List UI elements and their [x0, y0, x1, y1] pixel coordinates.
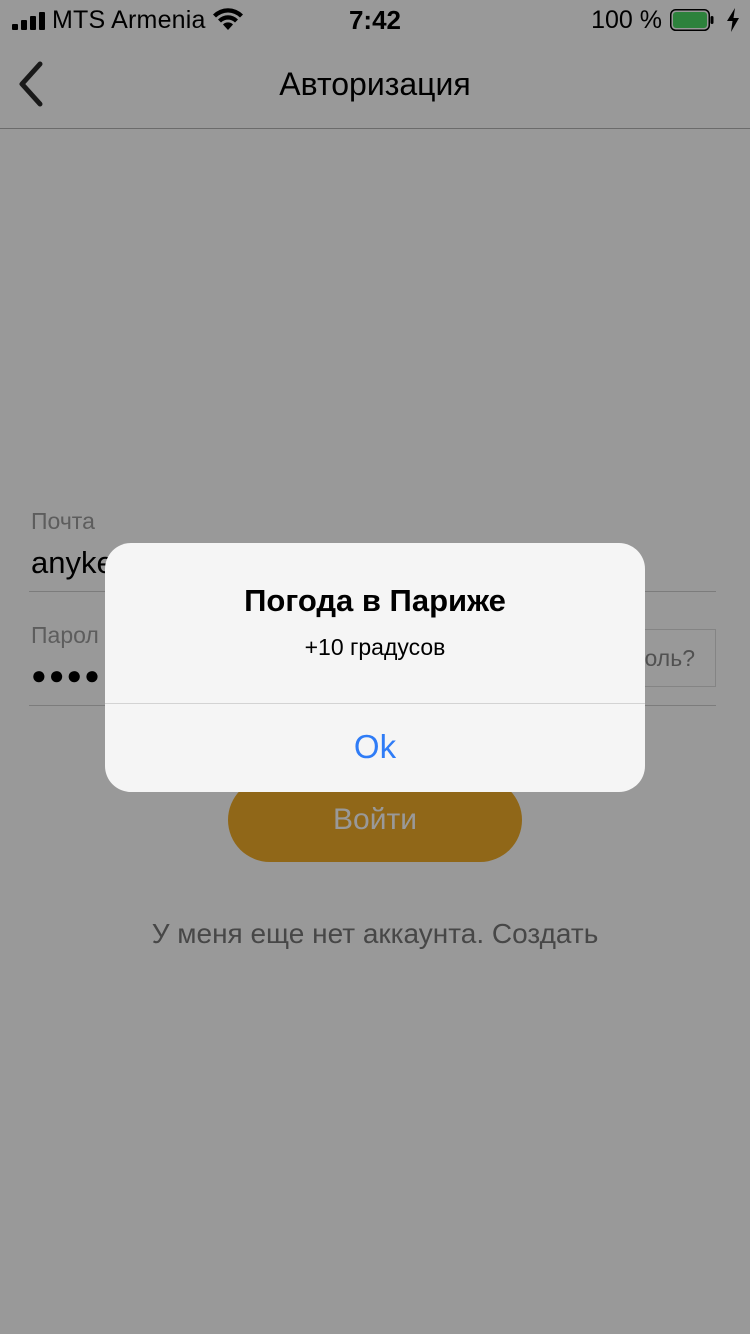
alert-message: +10 градусов [304, 634, 446, 660]
alert-dialog: Погода в Париже +10 градусов Ok [105, 543, 645, 792]
alert-ok-button[interactable]: Ok [105, 704, 645, 792]
alert-title: Погода в Париже [244, 583, 506, 618]
